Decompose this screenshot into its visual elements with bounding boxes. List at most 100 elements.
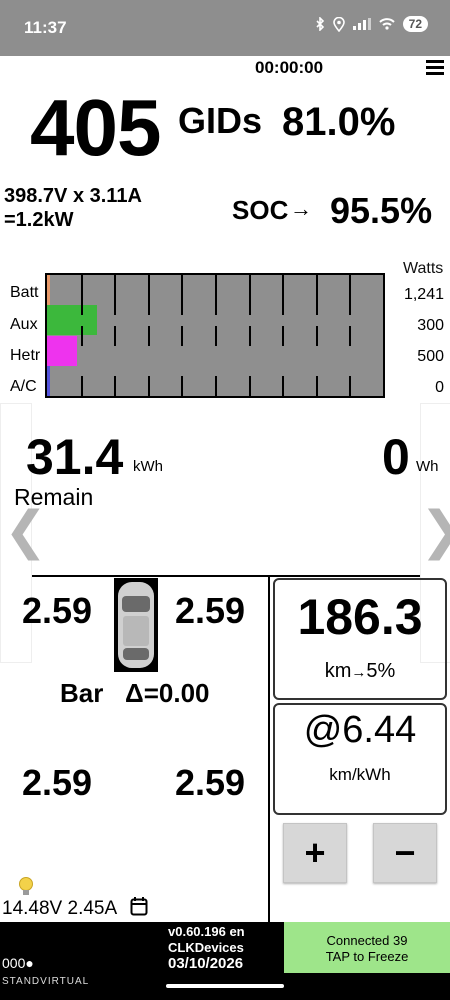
chart-tick: [215, 275, 217, 295]
efficiency-unit: km/kWh: [329, 765, 391, 784]
calendar-icon: [130, 896, 148, 921]
soc-label: SOC: [232, 195, 289, 225]
prev-page-chevron-icon[interactable]: ❮: [4, 505, 48, 557]
footer-left-text: 000●: [2, 955, 34, 971]
range-unit: km: [324, 660, 352, 682]
range-arrow: →: [351, 664, 367, 681]
tire-rear-right: 2.59: [175, 762, 246, 803]
chart-tick: [316, 376, 318, 396]
soc-arrow: →: [290, 196, 312, 221]
gids-value: 405: [30, 83, 161, 172]
power-bar-batt: [47, 275, 50, 305]
increase-button[interactable]: +: [283, 823, 347, 883]
row-watts-batt: 1,241: [403, 286, 444, 303]
tire-front-right: 2.59: [175, 590, 246, 631]
chart-tick: [181, 376, 183, 396]
wh-value: 0: [382, 429, 410, 485]
power-bar-ac: [47, 366, 50, 396]
efficiency-box[interactable]: @6.44 km/kWh: [273, 703, 447, 815]
panel-divider: [268, 576, 270, 922]
trip-timer: 00:00:00: [255, 58, 324, 77]
chart-tick: [349, 295, 351, 315]
chart-tick: [215, 295, 217, 315]
row-label-batt: Batt: [10, 284, 39, 301]
chart-tick: [81, 275, 83, 295]
row-label-hetr: Hetr: [10, 347, 41, 364]
bluetooth-icon: [316, 17, 324, 31]
chart-tick: [249, 326, 251, 346]
chart-tick: [215, 326, 217, 346]
chart-tick: [349, 376, 351, 396]
row-watts-aux: 300: [417, 317, 444, 334]
version-line: v0.60.196 en: [168, 924, 245, 939]
chart-tick: [114, 275, 116, 295]
power-bar-aux: [47, 305, 97, 335]
chart-tick: [349, 275, 351, 295]
range-box[interactable]: 186.3 km→5%: [273, 578, 447, 700]
remain-value: 31.4: [26, 429, 124, 485]
connection-text: Connected 39: [326, 933, 408, 948]
watts-header: Watts: [403, 260, 444, 277]
chart-tick: [282, 275, 284, 295]
chart-tick: [148, 275, 150, 295]
chart-tick: [316, 295, 318, 315]
home-indicator[interactable]: [166, 984, 284, 988]
location-icon: [332, 16, 345, 32]
pressure-unit: Bar: [60, 678, 104, 708]
watermark-logo: STANDVIRTUAL: [2, 976, 90, 987]
range-subtitle: km→5%: [275, 660, 445, 683]
remain-unit: kWh: [133, 458, 163, 475]
chart-tick: [81, 295, 83, 315]
gids-label: GIDs: [178, 100, 263, 141]
chart-tick: [114, 295, 116, 315]
wh-unit: Wh: [416, 458, 439, 475]
chart-tick: [316, 275, 318, 295]
chart-tick: [148, 295, 150, 315]
aux-battery-readout: 14.48V 2.45A: [2, 898, 118, 919]
soc-value: 95.5%: [330, 190, 433, 231]
tire-rear-left: 2.59: [22, 762, 93, 803]
range-value: 186.3: [297, 589, 423, 645]
chart-tick: [181, 326, 183, 346]
pressure-unit-delta: Bar Δ=0.00: [60, 678, 210, 709]
menu-icon[interactable]: [426, 60, 444, 76]
version-info: v0.60.196 en CLKDevices 03/10/2026: [168, 924, 245, 972]
power-bar-hetr: [47, 336, 77, 366]
freeze-hint: TAP to Freeze: [325, 949, 409, 964]
chart-tick: [148, 376, 150, 396]
pressure-delta: Δ=0.00: [125, 678, 210, 708]
chart-tick: [181, 275, 183, 295]
chart-tick: [114, 326, 116, 346]
chart-tick: [316, 326, 318, 346]
chart-tick: [148, 326, 150, 346]
battery-indicator: 72: [402, 16, 428, 32]
row-label-aux: Aux: [10, 316, 38, 333]
status-icons: 72: [315, 16, 428, 32]
chart-tick: [282, 326, 284, 346]
connection-status-button[interactable]: Connected 39 TAP to Freeze: [284, 922, 450, 973]
chart-tick: [349, 326, 351, 346]
row-label-ac: A/C: [10, 378, 37, 395]
chart-tick: [249, 295, 251, 315]
row-watts-ac: 0: [435, 379, 444, 396]
chart-tick: [81, 326, 83, 346]
tire-front-left: 2.59: [22, 590, 93, 631]
chart-tick: [249, 376, 251, 396]
power-readout: 398.7V x 3.11A =1.2kW: [4, 184, 142, 232]
efficiency-value: @6.44: [303, 709, 417, 751]
next-page-chevron-icon[interactable]: ❯: [420, 505, 450, 557]
chart-tick: [181, 295, 183, 315]
voltage-current: 398.7V x 3.11A: [4, 185, 142, 207]
chart-tick: [215, 376, 217, 396]
decrease-button[interactable]: −: [373, 823, 437, 883]
wifi-icon: [378, 18, 395, 30]
chart-tick: [282, 376, 284, 396]
power-kw: =1.2kW: [4, 209, 74, 231]
row-watts-hetr: 500: [417, 348, 444, 365]
status-time: 11:37: [24, 18, 67, 37]
gids-percent: 81.0%: [282, 100, 396, 144]
chart-tick: [114, 376, 116, 396]
power-usage-chart: [45, 273, 385, 398]
chart-tick: [282, 295, 284, 315]
signal-icon: [352, 18, 371, 30]
